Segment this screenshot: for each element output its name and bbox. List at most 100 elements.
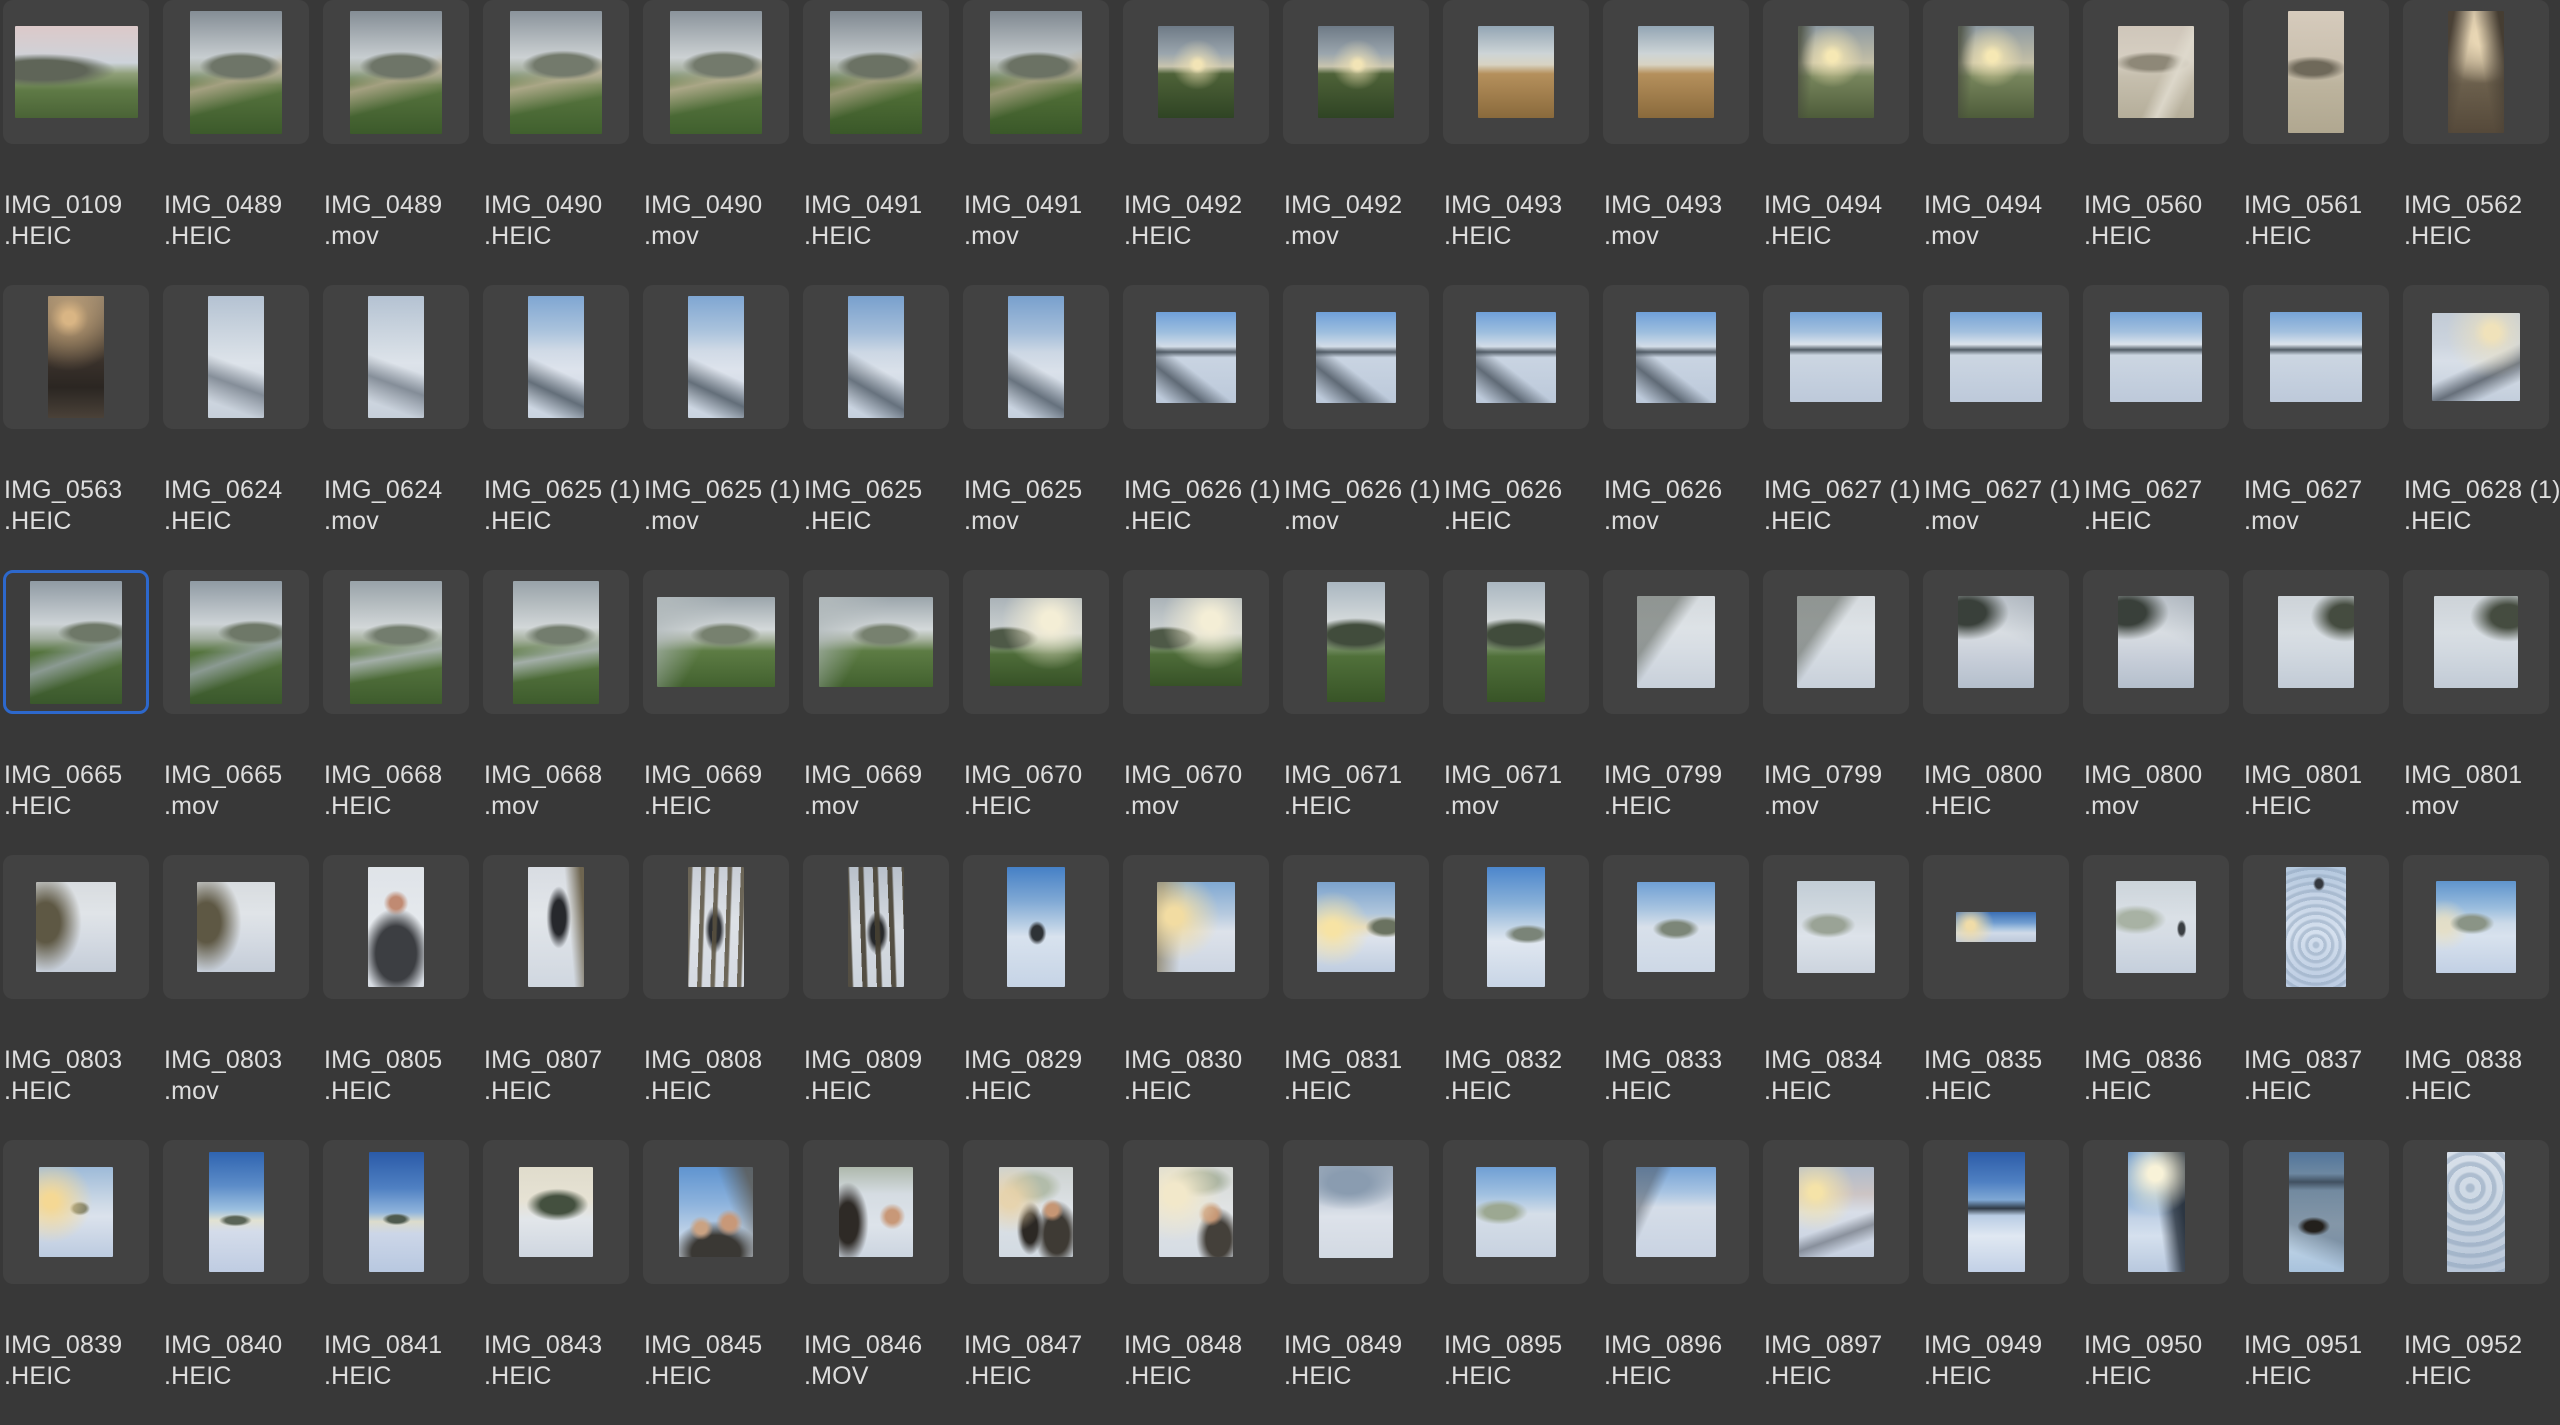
thumbnail-card[interactable] [2403, 570, 2549, 714]
file-item-selected[interactable]: IMG_0665 .HEIC [0, 570, 160, 855]
thumbnail-card[interactable] [3, 0, 149, 144]
file-item[interactable]: IMG_0669 .HEIC [640, 570, 800, 855]
thumbnail-card[interactable] [643, 1140, 789, 1284]
file-item[interactable]: IMG_0897 .HEIC [1760, 1140, 1920, 1425]
file-item[interactable]: IMG_0625 (1) .mov [640, 285, 800, 570]
thumbnail-card[interactable] [1923, 855, 2069, 999]
thumbnail-card[interactable] [2243, 0, 2389, 144]
thumbnail-card[interactable] [1603, 570, 1749, 714]
file-item[interactable]: IMG_0562 .HEIC [2400, 0, 2560, 285]
file-item[interactable]: IMG_0624 .mov [320, 285, 480, 570]
file-item[interactable]: IMG_0801 .HEIC [2240, 570, 2400, 855]
file-item[interactable]: IMG_0626 .mov [1600, 285, 1760, 570]
file-item[interactable]: IMG_0830 .HEIC [1120, 855, 1280, 1140]
file-item[interactable]: IMG_0625 .mov [960, 285, 1120, 570]
file-item[interactable]: IMG_0808 .HEIC [640, 855, 800, 1140]
thumbnail-card[interactable] [483, 285, 629, 429]
thumbnail-card[interactable] [163, 1140, 309, 1284]
thumbnail-card[interactable] [1763, 285, 1909, 429]
file-item[interactable]: IMG_0490 .mov [640, 0, 800, 285]
file-item[interactable]: IMG_0829 .HEIC [960, 855, 1120, 1140]
thumbnail-card[interactable] [3, 285, 149, 429]
thumbnail-card[interactable] [163, 855, 309, 999]
thumbnail-card[interactable] [483, 1140, 629, 1284]
file-item[interactable]: IMG_0626 .HEIC [1440, 285, 1600, 570]
file-item[interactable]: IMG_0669 .mov [800, 570, 960, 855]
file-item[interactable]: IMG_0494 .HEIC [1760, 0, 1920, 285]
thumbnail-card[interactable] [1763, 855, 1909, 999]
file-item[interactable]: IMG_0627 .mov [2240, 285, 2400, 570]
file-item[interactable]: IMG_0561 .HEIC [2240, 0, 2400, 285]
file-item[interactable]: IMG_0492 .mov [1280, 0, 1440, 285]
thumbnail-card[interactable] [643, 855, 789, 999]
file-item[interactable]: IMG_0835 .HEIC [1920, 855, 2080, 1140]
thumbnail-card[interactable] [323, 285, 469, 429]
thumbnail-card[interactable] [1123, 570, 1269, 714]
thumbnail-card[interactable] [1923, 285, 2069, 429]
file-item[interactable]: IMG_0837 .HEIC [2240, 855, 2400, 1140]
file-item[interactable]: IMG_0843 .HEIC [480, 1140, 640, 1425]
file-item[interactable]: IMG_0670 .mov [1120, 570, 1280, 855]
thumbnail-card[interactable] [1763, 0, 1909, 144]
file-item[interactable]: IMG_0845 .HEIC [640, 1140, 800, 1425]
thumbnail-card[interactable] [803, 0, 949, 144]
thumbnail-card[interactable] [1283, 285, 1429, 429]
thumbnail-card[interactable] [1283, 1140, 1429, 1284]
thumbnail-card[interactable] [2243, 570, 2389, 714]
thumbnail-card[interactable] [163, 570, 309, 714]
file-item[interactable]: IMG_0671 .HEIC [1280, 570, 1440, 855]
thumbnail-card[interactable] [1283, 855, 1429, 999]
thumbnail-card[interactable] [163, 285, 309, 429]
file-item[interactable]: IMG_0831 .HEIC [1280, 855, 1440, 1140]
thumbnail-card[interactable] [1123, 0, 1269, 144]
thumbnail-card[interactable] [2083, 285, 2229, 429]
file-item[interactable]: IMG_0668 .mov [480, 570, 640, 855]
thumbnail-card[interactable] [2083, 0, 2229, 144]
file-item[interactable]: IMG_0949 .HEIC [1920, 1140, 2080, 1425]
thumbnail-card[interactable] [643, 0, 789, 144]
thumbnail-card[interactable] [2403, 285, 2549, 429]
file-item[interactable]: IMG_0803 .mov [160, 855, 320, 1140]
thumbnail-card[interactable] [1123, 285, 1269, 429]
thumbnail-card[interactable] [323, 855, 469, 999]
file-item[interactable]: IMG_0951 .HEIC [2240, 1140, 2400, 1425]
thumbnail-card[interactable] [1923, 1140, 2069, 1284]
file-item[interactable]: IMG_0834 .HEIC [1760, 855, 1920, 1140]
file-item[interactable]: IMG_0494 .mov [1920, 0, 2080, 285]
file-item[interactable]: IMG_0952 .HEIC [2400, 1140, 2560, 1425]
file-item[interactable]: IMG_0625 (1) .HEIC [480, 285, 640, 570]
thumbnail-card[interactable] [803, 1140, 949, 1284]
file-item[interactable]: IMG_0489 .mov [320, 0, 480, 285]
thumbnail-card[interactable] [1443, 1140, 1589, 1284]
file-item[interactable]: IMG_0896 .HEIC [1600, 1140, 1760, 1425]
thumbnail-card[interactable] [643, 570, 789, 714]
thumbnail-card[interactable] [2083, 855, 2229, 999]
file-item[interactable]: IMG_0626 (1) .mov [1280, 285, 1440, 570]
thumbnail-card[interactable] [2243, 855, 2389, 999]
file-item[interactable]: IMG_0833 .HEIC [1600, 855, 1760, 1140]
file-item[interactable]: IMG_0628 (1) .HEIC [2400, 285, 2560, 570]
thumbnail-card[interactable] [1443, 855, 1589, 999]
file-item[interactable]: IMG_0950 .HEIC [2080, 1140, 2240, 1425]
file-item[interactable]: IMG_0840 .HEIC [160, 1140, 320, 1425]
thumbnail-card[interactable] [483, 0, 629, 144]
file-item[interactable]: IMG_0846 .MOV [800, 1140, 960, 1425]
thumbnail-card[interactable] [2403, 0, 2549, 144]
file-item[interactable]: IMG_0841 .HEIC [320, 1140, 480, 1425]
thumbnail-card[interactable] [1603, 855, 1749, 999]
file-item[interactable]: IMG_0491 .HEIC [800, 0, 960, 285]
file-item[interactable]: IMG_0563 .HEIC [0, 285, 160, 570]
file-item[interactable]: IMG_0849 .HEIC [1280, 1140, 1440, 1425]
thumbnail-card[interactable] [803, 570, 949, 714]
file-item[interactable]: IMG_0799 .mov [1760, 570, 1920, 855]
file-item[interactable]: IMG_0801 .mov [2400, 570, 2560, 855]
thumbnail-card[interactable] [323, 0, 469, 144]
thumbnail-card[interactable] [483, 855, 629, 999]
file-item[interactable]: IMG_0665 .mov [160, 570, 320, 855]
thumbnail-card[interactable] [963, 0, 1109, 144]
thumbnail-card[interactable] [963, 285, 1109, 429]
file-item[interactable]: IMG_0839 .HEIC [0, 1140, 160, 1425]
file-item[interactable]: IMG_0626 (1) .HEIC [1120, 285, 1280, 570]
file-item[interactable]: IMG_0895 .HEIC [1440, 1140, 1600, 1425]
thumbnail-card[interactable] [1443, 285, 1589, 429]
